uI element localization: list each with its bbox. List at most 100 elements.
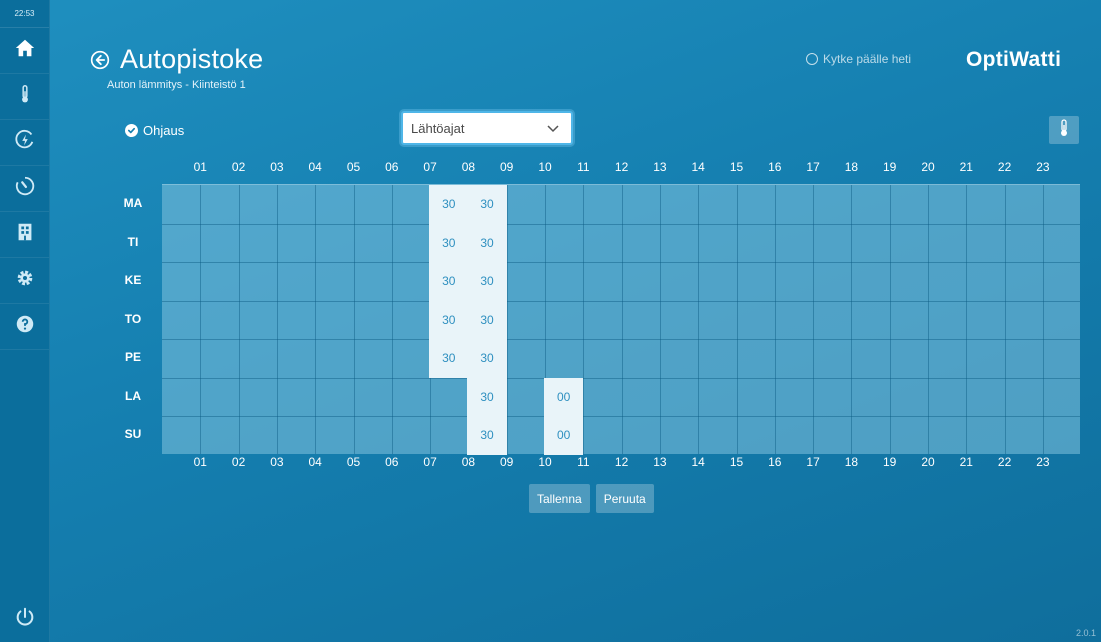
grid-column-line — [1004, 185, 1006, 454]
top-hour-label: 21 — [959, 160, 973, 174]
sidebar-item-energy[interactable] — [0, 120, 49, 166]
back-icon[interactable] — [90, 50, 110, 70]
control-checkbox[interactable]: Ohjaus — [125, 123, 184, 138]
turn-on-now-label: Kytke päälle heti — [823, 52, 912, 66]
schedule-entry[interactable]: 30 — [429, 300, 469, 339]
bottom-hour-label: 02 — [231, 455, 246, 469]
sidebar-item-settings[interactable] — [0, 258, 49, 304]
top-hour-label: 20 — [921, 160, 935, 174]
schedule-entry[interactable]: 30 — [467, 300, 507, 339]
grid-row-line — [162, 416, 1080, 417]
save-button[interactable]: Tallenna — [529, 484, 590, 513]
check-icon — [125, 124, 138, 137]
day-label: MA — [123, 196, 143, 211]
grid-column-line — [966, 185, 968, 454]
sidebar-item-home[interactable] — [0, 28, 49, 74]
clock: 22:53 — [0, 0, 49, 28]
help-icon — [14, 313, 36, 340]
action-buttons: Tallenna Peruuta — [529, 484, 654, 513]
bottom-hour-label: 20 — [921, 455, 935, 469]
power-button[interactable] — [0, 604, 50, 634]
bottom-hour-label: 13 — [653, 455, 667, 469]
chevron-down-icon — [547, 121, 559, 136]
top-hour-label: 14 — [691, 160, 705, 174]
sidebar-item-building[interactable] — [0, 212, 49, 258]
sidebar-item-help[interactable] — [0, 304, 49, 350]
grid-column-line — [1042, 185, 1044, 454]
grid-row-line — [162, 300, 1080, 302]
schedule-entry[interactable]: 30 — [429, 339, 469, 378]
top-hour-label: 02 — [231, 160, 246, 174]
schedule-entry[interactable]: 30 — [429, 262, 469, 301]
schedule-entry[interactable]: 30 — [467, 416, 507, 455]
building-icon — [14, 221, 36, 248]
schedule-entry[interactable]: 30 — [467, 185, 507, 224]
top-hour-label: 15 — [729, 160, 744, 174]
version-label: 2.0.1 — [1075, 628, 1096, 638]
schedule-entry[interactable]: 30 — [429, 185, 469, 224]
sidebar-item-timer[interactable] — [0, 166, 49, 212]
bottom-hour-label: 11 — [577, 455, 590, 469]
bottom-hour-label: 08 — [461, 455, 476, 469]
bottom-hour-label: 06 — [385, 455, 399, 469]
top-hour-label: 05 — [346, 160, 361, 174]
temperature-button[interactable] — [1049, 116, 1079, 144]
home-icon — [14, 37, 36, 64]
top-hour-label: 10 — [538, 160, 552, 174]
grid-column-line — [391, 185, 393, 454]
schedule-entry[interactable]: 30 — [467, 377, 507, 416]
grid-column-line — [238, 185, 240, 454]
gear-icon — [14, 267, 36, 294]
timer-icon — [14, 175, 36, 202]
thermometer-icon — [1058, 118, 1070, 142]
top-hour-label: 23 — [1036, 160, 1050, 174]
bottom-hour-label: 18 — [844, 455, 859, 469]
hour-header-bottom: 01 02 03 04 05 06 07 08 09 10 11 12 13 14 15 16 17 18 19 20… — [162, 455, 1080, 471]
turn-on-now-toggle[interactable]: Kytke päälle heti — [806, 52, 911, 66]
day-label: SU — [124, 427, 142, 442]
grid-row-line — [162, 262, 1080, 263]
grid-column-line — [506, 185, 508, 454]
grid-row-line — [162, 339, 1080, 340]
top-hour-label: 16 — [768, 160, 782, 174]
day-labels: MA TI KE TO PE LA SU — [108, 184, 158, 454]
top-hour-label: 22 — [997, 160, 1012, 174]
bottom-hour-label: 15 — [729, 455, 744, 469]
day-label: TI — [127, 234, 139, 249]
top-hour-label: 01 — [193, 160, 207, 174]
grid-column-line — [813, 185, 815, 454]
top-hour-label: 08 — [461, 160, 476, 174]
grid-column-line — [928, 185, 929, 454]
grid-column-line — [315, 185, 317, 454]
sidebar-nav — [0, 28, 49, 350]
schedule-grid[interactable]: 30 30 30 30 30 30 30 30 30 30 30 00 30 00 — [162, 184, 1080, 455]
cancel-button[interactable]: Peruuta — [595, 484, 654, 513]
schedule-entry[interactable]: 30 — [467, 262, 507, 301]
control-label: Ohjaus — [143, 123, 185, 138]
bottom-hour-label: 10 — [538, 455, 552, 469]
bottom-hour-label: 14 — [691, 455, 705, 469]
schedule-entry[interactable]: 30 — [429, 223, 469, 262]
bottom-hour-label: 03 — [270, 455, 284, 469]
energy-icon — [14, 129, 36, 156]
top-hour-label: 06 — [385, 160, 399, 174]
grid-column-line — [774, 185, 776, 454]
day-label: LA — [125, 388, 141, 403]
day-label: TO — [124, 311, 142, 326]
thermometer-icon — [14, 83, 36, 110]
bottom-hour-label: 23 — [1036, 455, 1050, 469]
mode-select[interactable]: Lähtöajat — [401, 111, 573, 145]
grid-column-line — [200, 185, 202, 454]
bottom-hour-label: 01 — [193, 455, 207, 469]
top-hour-label: 11 — [577, 160, 590, 174]
schedule-entry[interactable]: 30 — [467, 223, 507, 262]
sidebar-item-temperature[interactable] — [0, 74, 49, 120]
top-hour-label: 07 — [423, 160, 437, 174]
mode-select-value: Lähtöajat — [411, 120, 465, 136]
schedule-entry[interactable]: 00 — [544, 377, 584, 416]
brand-logo: OptiWatti — [966, 48, 1062, 71]
top-hour-label: 18 — [844, 160, 859, 174]
schedule-entry[interactable]: 00 — [544, 416, 584, 455]
top-hour-label: 04 — [308, 160, 322, 174]
schedule-entry[interactable]: 30 — [467, 339, 507, 378]
